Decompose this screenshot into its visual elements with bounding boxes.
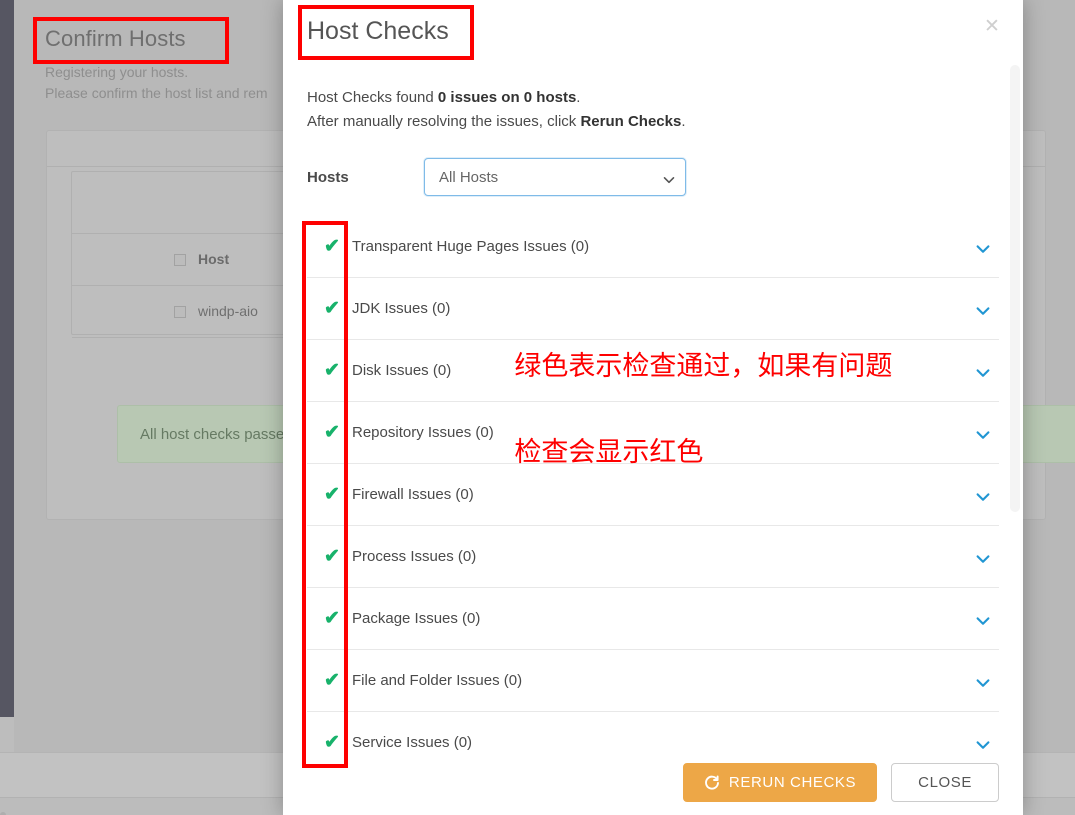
column-header-host: Host: [198, 250, 230, 267]
close-button[interactable]: CLOSE: [891, 763, 999, 802]
check-icon: ✔: [324, 608, 340, 629]
hosts-select-value: All Hosts: [439, 168, 499, 186]
host-check-label: Service Issues (0): [352, 734, 473, 750]
host-check-row[interactable]: ✔ Firewall Issues (0): [307, 464, 999, 526]
chevron-down-icon[interactable]: [976, 676, 990, 687]
chevron-down-icon[interactable]: [976, 614, 990, 625]
host-check-label: Transparent Huge Pages Issues (0): [352, 238, 590, 255]
host-check-row[interactable]: ✔ Transparent Huge Pages Issues (0): [307, 216, 999, 278]
modal-description: Host Checks found 0 issues on 0 hosts. A…: [307, 86, 999, 134]
select-all-checkbox[interactable]: [174, 253, 186, 266]
host-check-label: Process Issues (0): [352, 548, 477, 565]
close-button-label: CLOSE: [918, 774, 972, 791]
page-subtitle-line2: Please confirm the host list and rem: [45, 85, 268, 101]
check-icon: ✔: [324, 546, 340, 567]
lead-line2-strong: Rerun Checks: [580, 113, 682, 130]
host-checks-modal: Host Checks ✕ Host Checks found 0 issues…: [283, 0, 1023, 815]
check-icon: ✔: [324, 732, 340, 750]
lead-line2-prefix: After manually resolving the issues, cli…: [307, 113, 581, 130]
host-check-row[interactable]: ✔ Disk Issues (0): [307, 340, 999, 402]
host-check-row[interactable]: ✔ JDK Issues (0): [307, 278, 999, 340]
chevron-down-icon[interactable]: [976, 428, 990, 439]
close-icon[interactable]: ✕: [981, 17, 1003, 39]
host-check-label: Disk Issues (0): [352, 362, 452, 379]
modal-header: Host Checks ✕: [283, 0, 1023, 66]
host-check-row[interactable]: ✔ Repository Issues (0): [307, 402, 999, 464]
screen: Confirm Hosts Registering your hosts. Pl…: [0, 0, 1075, 815]
chevron-down-icon[interactable]: [976, 738, 990, 749]
check-icon: ✔: [324, 298, 340, 319]
chevron-down-icon: [663, 173, 675, 184]
rerun-checks-button[interactable]: RERUN CHECKS: [682, 763, 878, 802]
host-check-row[interactable]: ✔ Package Issues (0): [307, 588, 999, 650]
chevron-down-icon[interactable]: [976, 490, 990, 501]
host-check-row[interactable]: ✔ File and Folder Issues (0): [307, 650, 999, 712]
host-check-label: Firewall Issues (0): [352, 486, 474, 503]
hosts-select[interactable]: All Hosts: [424, 158, 686, 196]
lead-line1-suffix: .: [576, 89, 581, 106]
hosts-filter-row: Hosts All Hosts: [307, 158, 999, 196]
rerun-checks-label: RERUN CHECKS: [728, 774, 857, 791]
check-icon: ✔: [324, 670, 340, 691]
check-icon: ✔: [324, 360, 340, 381]
hosts-filter-label: Hosts: [307, 168, 349, 186]
page-title: Confirm Hosts: [45, 26, 186, 51]
page-subtitle: Registering your hosts. Please confirm t…: [45, 62, 268, 104]
row-checkbox[interactable]: [174, 305, 186, 318]
banner-label: All host checks passed: [140, 425, 293, 443]
modal-footer: RERUN CHECKS CLOSE: [283, 750, 1023, 815]
check-icon: ✔: [324, 422, 340, 443]
host-checks-list: ✔ Transparent Huge Pages Issues (0) ✔ JDK I…: [307, 216, 999, 750]
modal-body: Host Checks found 0 issues on 0 hosts. A…: [283, 66, 1023, 750]
cell-host-name: windp-aio: [198, 302, 258, 319]
host-check-label: Package Issues (0): [352, 610, 481, 627]
lead-line2-suffix: .: [681, 113, 686, 130]
modal-scrollbar[interactable]: [1010, 65, 1020, 512]
lead-line1-strong: 0 issues on 0 hosts: [437, 89, 577, 106]
page-subtitle-line1: Registering your hosts.: [45, 64, 189, 80]
refresh-icon: [704, 774, 720, 791]
host-check-row[interactable]: ✔ Process Issues (0): [307, 526, 999, 588]
chevron-down-icon[interactable]: [976, 366, 990, 377]
lead-line1-prefix: Host Checks found: [307, 89, 438, 106]
check-icon: ✔: [324, 236, 340, 257]
host-check-row[interactable]: ✔ Service Issues (0): [307, 712, 999, 750]
check-icon: ✔: [324, 484, 340, 505]
host-check-label: File and Folder Issues (0): [352, 672, 523, 689]
chevron-down-icon[interactable]: [976, 552, 990, 563]
host-check-label: JDK Issues (0): [352, 300, 451, 317]
host-check-label: Repository Issues (0): [352, 424, 494, 441]
chevron-down-icon[interactable]: [976, 304, 990, 315]
chevron-down-icon[interactable]: [976, 242, 990, 253]
sidebar-rail: [0, 0, 14, 717]
modal-title: Host Checks: [307, 17, 449, 45]
